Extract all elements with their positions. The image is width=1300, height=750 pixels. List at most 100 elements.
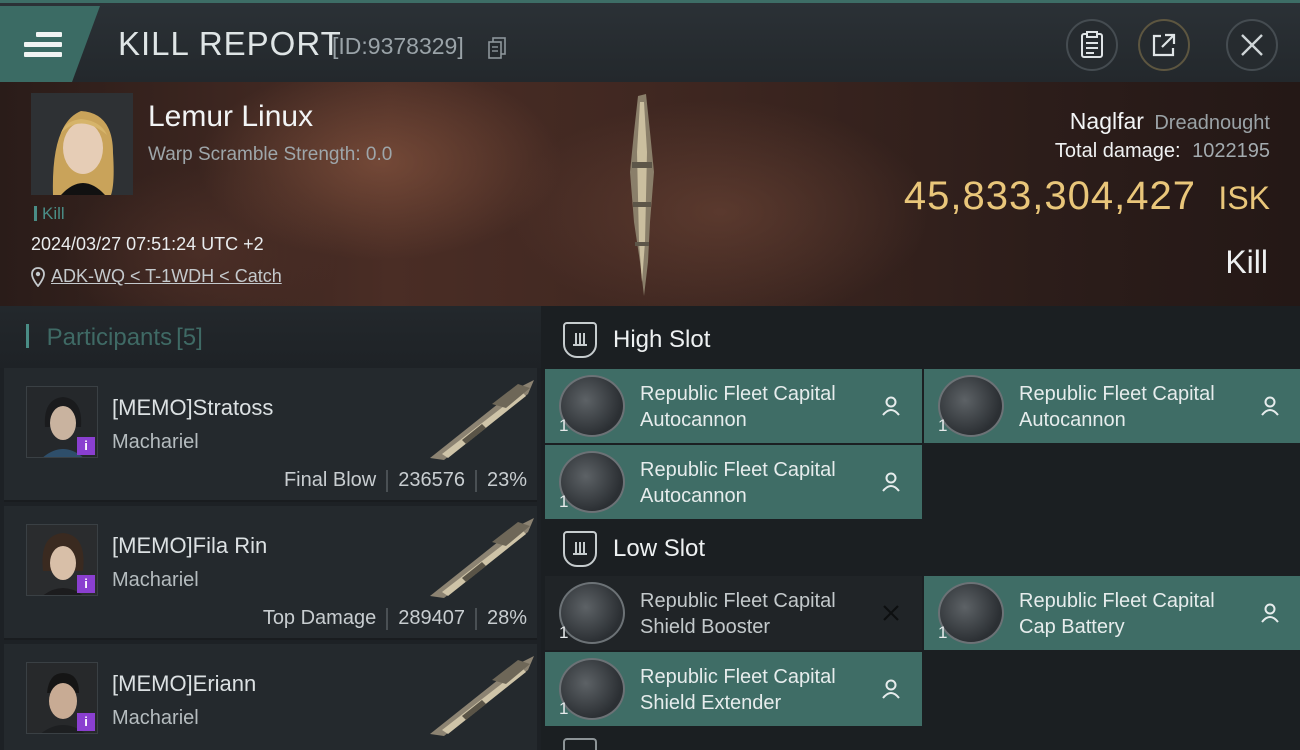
isk-unit: ISK [1218, 180, 1270, 216]
participant-ship-image [430, 380, 534, 460]
close-button[interactable] [1226, 19, 1278, 71]
high-slot-label: High Slot [613, 326, 711, 353]
participant-card[interactable]: i [MEMO]Eriann Machariel [4, 644, 537, 750]
isk-value: 45,833,304,427 ISK [904, 174, 1270, 219]
close-icon [1241, 34, 1263, 56]
top-bar: KILL REPORT [ID:9378329] [0, 0, 1300, 82]
participant-avatar[interactable]: i [26, 386, 98, 458]
participant-role: Top Damage [262, 607, 377, 629]
kill-datetime: 2024/03/27 07:51:24 UTC +2 [31, 234, 264, 254]
kill-location[interactable]: ADK-WQ < T-1WDH < Catch [31, 266, 282, 287]
module-name: Republic Fleet Capital Shield Extender [640, 666, 836, 714]
module-name: Republic Fleet Capital Autocannon [640, 383, 836, 431]
warp-scramble-strength: Warp Scramble Strength: 0.0 [148, 144, 393, 165]
participants-header: Participants [5] [0, 306, 541, 368]
module-name: Republic Fleet Capital Shield Booster [640, 590, 836, 638]
module-quantity: 1 [938, 416, 948, 435]
person-icon [882, 396, 900, 416]
cap-battery-icon [938, 582, 1004, 644]
participants-panel: Participants [5] i [MEMO]Stratoss Machari… [0, 306, 541, 750]
x-icon [883, 605, 899, 621]
victim-avatar [31, 93, 133, 195]
participant-ship: Machariel [112, 707, 199, 729]
participant-ship-image [430, 656, 534, 736]
participant-ship-image [430, 518, 534, 598]
copy-icon[interactable] [488, 37, 506, 59]
participant-name: [MEMO]Fila Rin [112, 533, 268, 558]
stats-divider [474, 607, 477, 630]
menu-icon [24, 27, 62, 62]
autocannon-icon [938, 375, 1004, 437]
module-item[interactable]: 1 Republic Fleet Capital Shield Extender [545, 652, 922, 726]
shield-extender-icon [559, 658, 625, 720]
person-icon [882, 679, 900, 699]
module-item[interactable]: 1 Republic Fleet Capital Shield Booster [545, 576, 922, 650]
participant-card[interactable]: i [MEMO]Fila Rin Machariel Top Damage 28… [4, 506, 537, 640]
total-damage-value: 1022195 [1192, 140, 1270, 162]
fitting-panel: High Slot 1 Republic Fleet Capital Autoc… [541, 306, 1300, 750]
participant-ship: Machariel [112, 569, 199, 591]
result-label: Kill [1225, 244, 1268, 280]
rank-badge-icon: i [77, 713, 95, 731]
total-damage: Total damage: 1022195 [1055, 140, 1270, 163]
person-icon [1261, 603, 1279, 623]
slot-icon [563, 322, 597, 358]
total-damage-label: Total damage: [1054, 140, 1181, 162]
rank-badge-icon: i [77, 575, 95, 593]
menu-button[interactable] [0, 6, 100, 82]
shield-booster-icon [559, 582, 625, 644]
rank-badge-icon: i [77, 437, 95, 455]
share-icon [1152, 33, 1176, 57]
ship-name: Naglfar [1069, 108, 1144, 134]
victim-banner: Lemur Linux Warp Scramble Strength: 0.0 … [0, 82, 1300, 306]
share-button[interactable] [1138, 19, 1190, 71]
location-pin-icon [31, 266, 45, 287]
stats-divider [474, 469, 477, 492]
person-icon [1261, 396, 1279, 416]
low-slot-header: Low Slot [541, 519, 1300, 579]
module-item[interactable]: 1 Republic Fleet Capital Cap Battery [924, 576, 1300, 650]
clipboard-button[interactable] [1066, 19, 1118, 71]
module-item[interactable]: 1 Republic Fleet Capital Autocannon [545, 369, 922, 443]
participant-avatar[interactable]: i [26, 524, 98, 596]
participant-damage: 289407 [398, 607, 465, 629]
ship-class: Dreadnought [1154, 112, 1270, 134]
participant-name: [MEMO]Eriann [112, 671, 257, 696]
victim-portrait[interactable] [31, 93, 133, 195]
autocannon-icon [559, 451, 625, 513]
module-quantity: 1 [559, 492, 569, 511]
participants-count: [5] [176, 324, 203, 351]
module-quantity: 1 [559, 699, 569, 718]
module-name: Republic Fleet Capital Autocannon [1019, 383, 1215, 431]
participant-stats: Final Blow 236576 23% [284, 469, 527, 492]
module-item[interactable]: 1 Republic Fleet Capital Autocannon [545, 445, 922, 519]
high-slot-header: High Slot [541, 310, 1300, 370]
kill-tag: Kill [34, 204, 65, 224]
module-name: Republic Fleet Capital Autocannon [640, 459, 836, 507]
module-quantity: 1 [559, 416, 569, 435]
victim-name: Lemur Linux [148, 100, 314, 133]
slot-icon [563, 531, 597, 567]
participant-percent: 28% [486, 607, 527, 629]
participant-damage: 236576 [398, 469, 465, 491]
next-slot-icon [563, 738, 597, 750]
stats-divider [386, 607, 389, 630]
person-icon [882, 472, 900, 492]
module-item[interactable]: 1 Republic Fleet Capital Autocannon [924, 369, 1300, 443]
victim-ship: Naglfar Dreadnought [1070, 108, 1270, 135]
page-title: KILL REPORT [118, 25, 342, 62]
module-quantity: 1 [938, 623, 948, 642]
location-link[interactable]: ADK-WQ < T-1WDH < Catch [51, 266, 282, 287]
module-name: Republic Fleet Capital Cap Battery [1019, 590, 1215, 638]
report-id: [ID:9378329] [332, 33, 464, 59]
low-slot-label: Low Slot [613, 535, 706, 562]
participant-ship: Machariel [112, 431, 199, 453]
autocannon-icon [559, 375, 625, 437]
participant-percent: 23% [486, 469, 527, 491]
stats-divider [386, 469, 389, 492]
clipboard-icon [1081, 31, 1103, 58]
participant-avatar[interactable]: i [26, 662, 98, 734]
isk-amount: 45,833,304,427 [903, 174, 1196, 218]
participant-card[interactable]: i [MEMO]Stratoss Machariel Final Blow 23… [4, 368, 537, 502]
participant-role: Final Blow [283, 469, 377, 491]
